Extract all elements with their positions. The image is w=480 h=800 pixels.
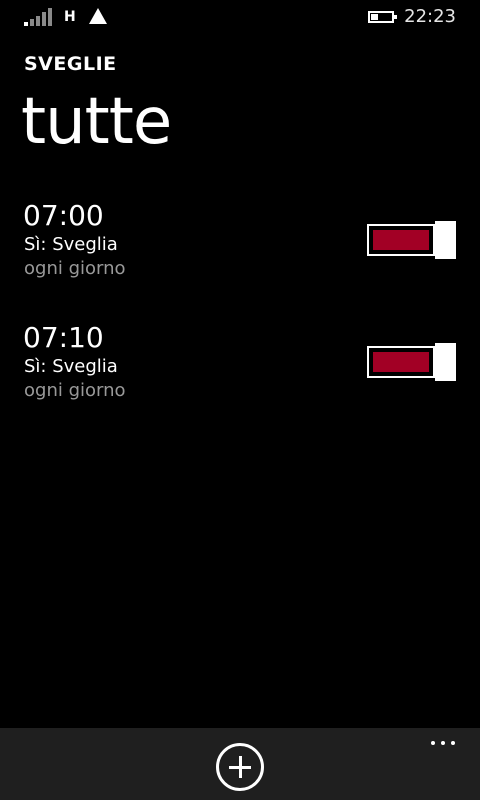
status-bar: H 22:23 (0, 0, 480, 34)
alarm-toggle[interactable] (367, 221, 457, 259)
alarm-time: 07:00 (23, 199, 104, 232)
alarm-label: Sì: Sveglia (24, 234, 118, 255)
add-alarm-button[interactable] (216, 743, 264, 791)
status-clock: 22:23 (404, 6, 456, 27)
alarm-toggle[interactable] (367, 343, 457, 381)
alarm-time: 07:10 (23, 321, 104, 354)
battery-icon (368, 11, 397, 23)
app-bar (0, 728, 480, 800)
more-button[interactable] (426, 736, 460, 750)
alarm-label: Sì: Sveglia (24, 356, 118, 377)
toggle-thumb[interactable] (435, 221, 456, 259)
signal-strength-icon (24, 8, 54, 26)
alarm-item[interactable]: 07:10 Sì: Sveglia ogni giorno (0, 321, 480, 421)
triangle-icon (89, 8, 107, 24)
ellipsis-icon (431, 741, 435, 745)
app-title: SVEGLIE (24, 53, 117, 75)
toggle-thumb[interactable] (435, 343, 456, 381)
toggle-track (367, 346, 435, 378)
alarm-recurrence: ogni giorno (24, 380, 126, 401)
toggle-track (367, 224, 435, 256)
pivot-title[interactable]: tutte (21, 82, 172, 162)
network-type-label: H (64, 9, 76, 25)
alarm-item[interactable]: 07:00 Sì: Sveglia ogni giorno (0, 199, 480, 299)
alarm-recurrence: ogni giorno (24, 258, 126, 279)
